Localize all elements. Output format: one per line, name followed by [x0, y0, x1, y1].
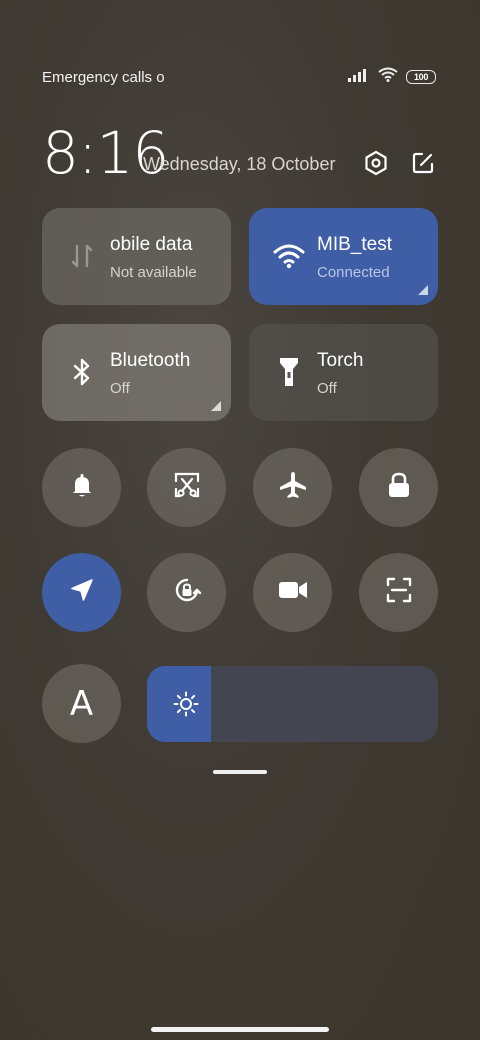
torch-tile[interactable]: Torch Off [249, 324, 438, 421]
bluetooth-icon [66, 356, 98, 388]
torch-subtitle: Off [317, 380, 337, 397]
sun-icon [173, 691, 199, 717]
expand-corner-icon[interactable] [418, 285, 428, 295]
wifi-icon [273, 240, 305, 272]
mobile-data-subtitle: Not available [110, 264, 197, 281]
wifi-tile[interactable]: MIB_test Connected [249, 208, 438, 305]
bluetooth-title: Bluetooth [110, 350, 191, 371]
date-text: Wednesday, 18 October [143, 154, 336, 174]
screenshot-toggle[interactable] [147, 448, 226, 527]
airplane-toggle[interactable] [253, 448, 332, 527]
mobile-data-icon [66, 240, 98, 272]
silent-toggle[interactable] [42, 448, 121, 527]
edit-icon[interactable] [410, 150, 436, 176]
scan-icon [385, 576, 413, 609]
mobile-data-title: obile data [110, 234, 193, 255]
wifi-title: MIB_test [317, 234, 392, 255]
font-toggle[interactable]: A [42, 664, 121, 743]
location-toggle[interactable] [42, 553, 121, 632]
scanner-toggle[interactable] [359, 553, 438, 632]
wifi-subtitle: Connected [317, 264, 390, 281]
bluetooth-subtitle: Off [110, 380, 130, 397]
settings-icon[interactable] [363, 150, 389, 176]
status-bar: Emergency calls o 100 [42, 64, 436, 90]
lock-icon [386, 471, 412, 504]
screen-record-toggle[interactable] [253, 553, 332, 632]
brightness-slider[interactable] [147, 666, 438, 742]
font-icon: A [69, 683, 94, 724]
carrier-text: Emergency calls o [42, 68, 165, 86]
battery-icon: 100 [406, 70, 436, 84]
bluetooth-tile[interactable]: Bluetooth Off [42, 324, 231, 421]
home-indicator[interactable] [151, 1027, 329, 1032]
header: 8:16 Wednesday, 18 October [42, 124, 438, 184]
location-icon [69, 577, 95, 608]
screenshot-icon [173, 471, 201, 504]
rotation-lock-toggle[interactable] [147, 553, 226, 632]
signal-icon [348, 68, 370, 87]
bell-icon [68, 471, 96, 504]
torch-icon [273, 356, 305, 388]
drag-handle[interactable] [213, 770, 267, 774]
expand-corner-icon[interactable] [211, 401, 221, 411]
video-icon [278, 579, 308, 606]
airplane-icon [278, 470, 308, 505]
torch-title: Torch [317, 350, 364, 371]
mobile-data-tile[interactable]: obile data Not available [42, 208, 231, 305]
rotation-lock-icon [171, 574, 203, 611]
wifi-icon [378, 67, 398, 87]
lock-toggle[interactable] [359, 448, 438, 527]
status-icons: 100 [348, 67, 436, 87]
